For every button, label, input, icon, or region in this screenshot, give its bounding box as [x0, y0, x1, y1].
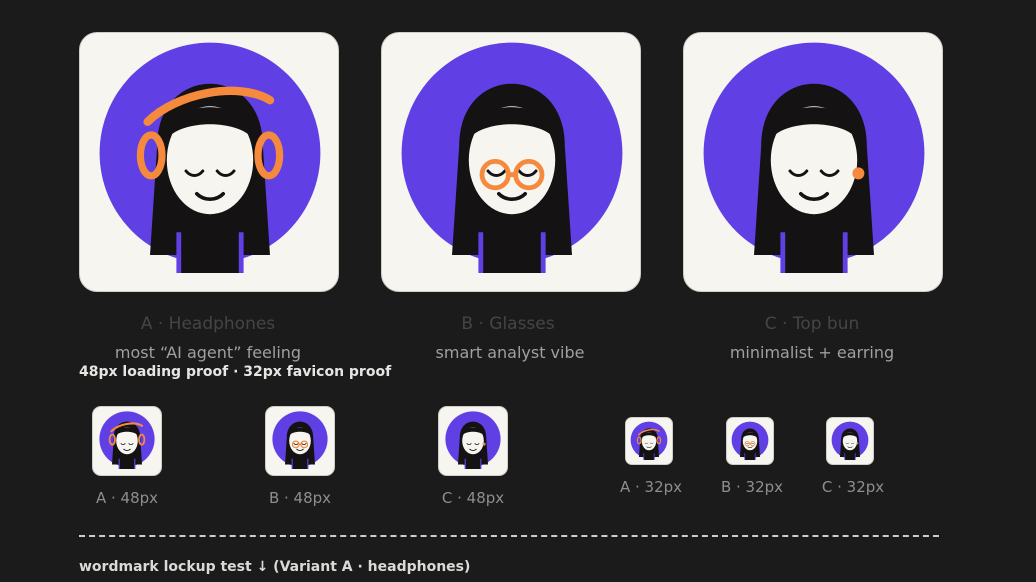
headphones-avatar-icon [90, 33, 330, 273]
glasses-avatar-icon [730, 420, 770, 460]
glasses-avatar-icon [392, 33, 632, 273]
proof-b-48-label: B · 48px [268, 489, 332, 507]
section-divider [79, 535, 939, 537]
top-bun-avatar-icon [443, 409, 503, 469]
variant-a-caption: most “AI agent” feeling [114, 343, 302, 362]
variant-b-caption: smart analyst vibe [435, 343, 585, 362]
glasses-avatar-icon [270, 409, 330, 469]
proof-c-48-label: C · 48px [441, 489, 505, 507]
wordmark-heading: wordmark lockup test ↓ (Variant A · head… [79, 559, 471, 575]
variant-c-card[interactable] [683, 32, 943, 292]
proof-a-32-label: A · 32px [619, 478, 683, 496]
proof-b-32 [726, 417, 774, 465]
headphones-avatar-icon [97, 409, 157, 469]
variant-b-title: B · Glasses [461, 314, 555, 334]
variant-a-title: A · Headphones [140, 314, 276, 334]
proof-b-32-label: B · 32px [720, 478, 784, 496]
proof-heading: 48px loading proof · 32px favicon proof [79, 364, 392, 380]
headphones-avatar-icon [629, 420, 669, 460]
proof-a-48-label: A · 48px [95, 489, 159, 507]
variant-a-card[interactable] [79, 32, 339, 292]
proof-b-48 [265, 406, 335, 476]
proof-a-48 [92, 406, 162, 476]
variant-c-caption: minimalist + earring [729, 343, 895, 362]
variant-b-card[interactable] [381, 32, 641, 292]
variant-c-title: C · Top bun [764, 314, 860, 334]
proof-a-32 [625, 417, 673, 465]
proof-c-48 [438, 406, 508, 476]
top-bun-avatar-icon [694, 33, 934, 273]
proof-c-32 [826, 417, 874, 465]
top-bun-avatar-icon [830, 420, 870, 460]
proof-c-32-label: C · 32px [821, 478, 885, 496]
